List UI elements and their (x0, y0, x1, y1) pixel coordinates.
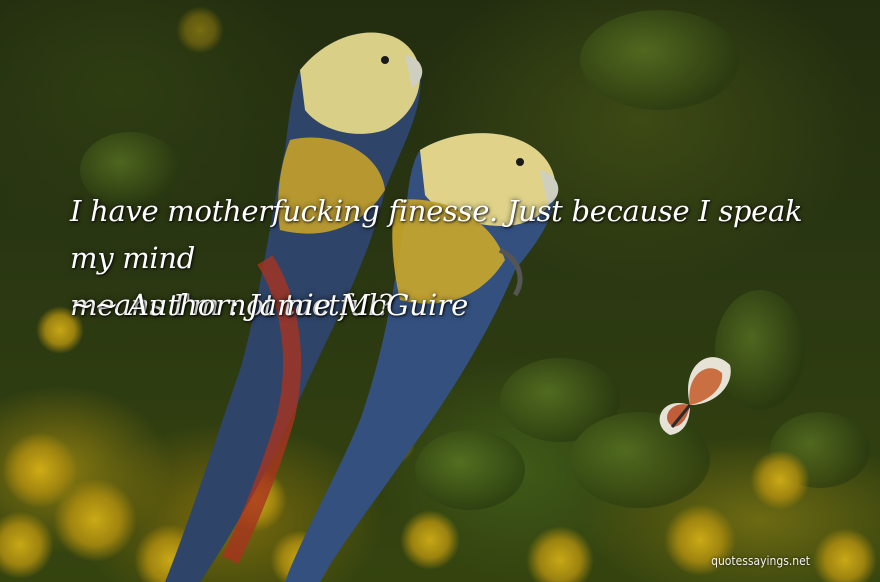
butterfly-icon (659, 357, 731, 435)
author-name[interactable]: Jamie McGuire (248, 288, 468, 322)
site-watermark: quotessayings.net (711, 554, 810, 568)
author-label: Author: (127, 288, 239, 322)
author-prefix: ~~ (70, 288, 119, 322)
quote-line-1: I have motherfucking finesse. Just becau… (70, 194, 803, 275)
author-attribution: ~~ Author: Jamie McGuire (70, 282, 468, 329)
quote-card: I have motherfucking finesse. Just becau… (0, 0, 880, 582)
